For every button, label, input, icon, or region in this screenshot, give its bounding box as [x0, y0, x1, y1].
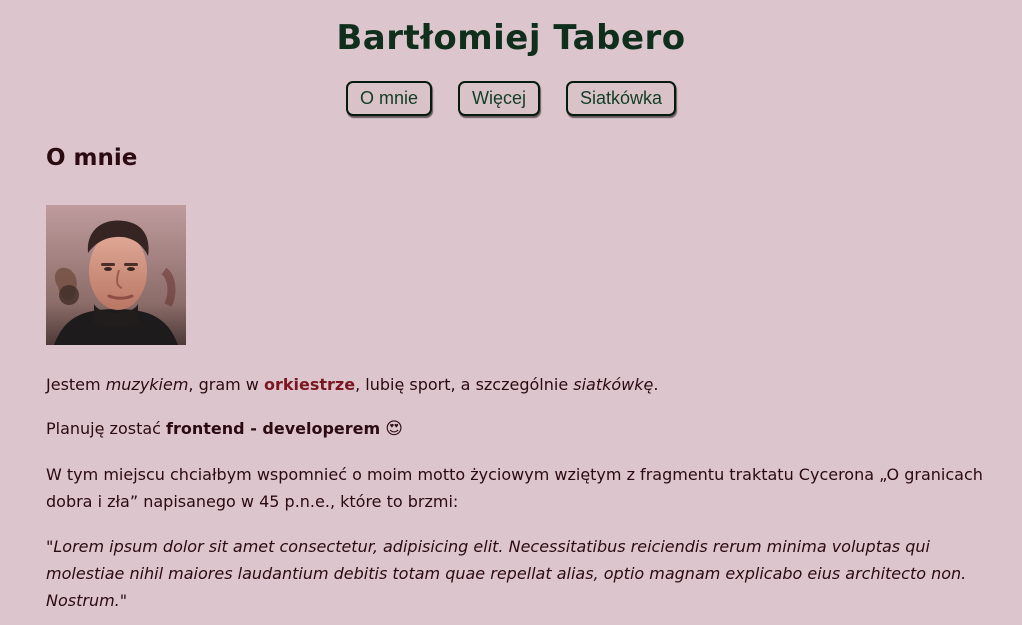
orchestra-link[interactable]: orkiestrze	[264, 375, 355, 394]
interests-text-part-4: .	[653, 375, 659, 394]
profile-photo	[46, 205, 186, 345]
page: Bartłomiej Tabero O mnie Więcej Siatkówk…	[0, 0, 1022, 625]
about-paragraph-career: Planuję zostać frontend - developerem 😍	[46, 415, 986, 443]
site-title: Bartłomiej Tabero	[336, 18, 686, 58]
nav-button-wiecej[interactable]: Więcej	[457, 81, 540, 116]
heart-eyes-emoji-icon: 😍	[385, 419, 404, 439]
main-navigation: O mnie Więcej Siatkówka	[0, 81, 1022, 116]
about-paragraph-interests: Jestem muzykiem, gram w orkiestrze, lubi…	[46, 371, 986, 398]
interests-text-part-2: , gram w	[188, 375, 264, 394]
motto-quote: "Lorem ipsum dolor sit amet consectetur,…	[46, 537, 967, 610]
about-paragraph-motto-intro: W tym miejscu chciałbym wspomnieć o moim…	[46, 465, 983, 511]
interests-text-part-1: Jestem	[46, 375, 106, 394]
nav-button-o-mnie[interactable]: O mnie	[345, 81, 432, 116]
career-text-part-1: Planuję zostać	[46, 419, 167, 438]
about-heading: O mnie	[46, 145, 138, 171]
volleyball-text: siatkówkę	[573, 375, 654, 394]
frontend-developer-text: frontend - developerem	[166, 419, 381, 438]
nav-button-siatkowka[interactable]: Siatkówka	[566, 81, 677, 116]
musician-text: muzykiem	[105, 375, 189, 394]
interests-text-part-3: , lubię sport, a szczególnie	[355, 375, 574, 394]
